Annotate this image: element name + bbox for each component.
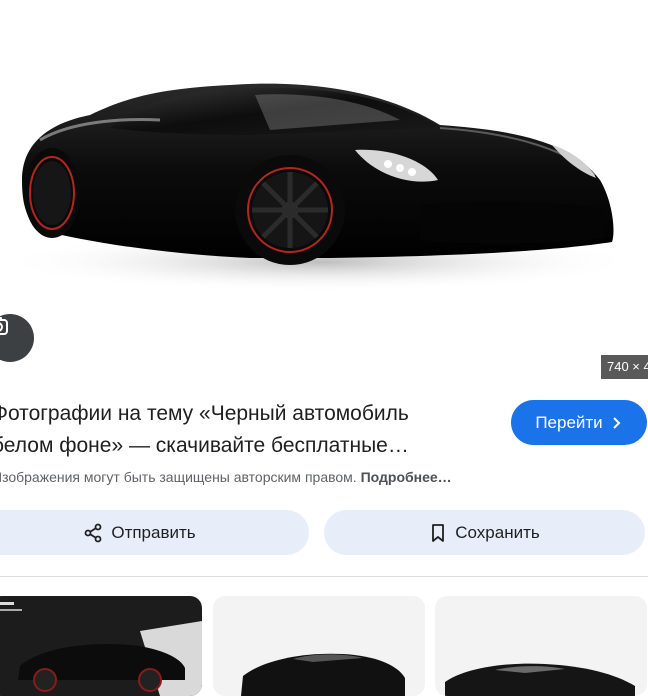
result-title[interactable]: Фотографии на тему «Черный автомобиль бе… bbox=[0, 398, 472, 462]
result-title-line2: белом фоне» — скачивайте бесплатные… bbox=[0, 434, 409, 457]
car-thumbnail-image bbox=[445, 663, 635, 696]
copyright-text: Изображения могут быть защищены авторски… bbox=[0, 469, 357, 485]
related-image-thumbnail[interactable] bbox=[0, 596, 202, 696]
save-button[interactable]: Сохранить bbox=[324, 510, 645, 555]
image-dimensions-badge: 740 × 4 bbox=[601, 355, 648, 379]
bookmark-icon bbox=[432, 523, 445, 542]
more-link[interactable]: Подробнее… bbox=[361, 469, 452, 485]
save-button-label: Сохранить bbox=[455, 522, 540, 542]
black-car-image bbox=[0, 83, 640, 292]
lens-icon bbox=[0, 317, 8, 335]
share-button[interactable]: Отправить bbox=[0, 510, 309, 555]
related-image-thumbnail[interactable] bbox=[213, 596, 425, 696]
image-preview[interactable]: 740 × 4 bbox=[0, 0, 648, 382]
share-button-label: Отправить bbox=[111, 522, 196, 542]
share-icon bbox=[84, 523, 102, 542]
copyright-notice: Изображения могут быть защищены авторски… bbox=[0, 469, 452, 485]
visit-button-label: Перейти bbox=[535, 412, 603, 432]
visit-button[interactable]: Перейти bbox=[511, 400, 647, 445]
related-image-thumbnail[interactable] bbox=[435, 596, 647, 696]
car-thumbnail-image bbox=[241, 653, 405, 696]
result-title-line1: Фотографии на тему «Черный автомобиль bbox=[0, 402, 409, 425]
section-divider bbox=[0, 576, 648, 577]
chevron-right-icon bbox=[612, 416, 621, 429]
car-thumbnail-image bbox=[0, 602, 202, 696]
